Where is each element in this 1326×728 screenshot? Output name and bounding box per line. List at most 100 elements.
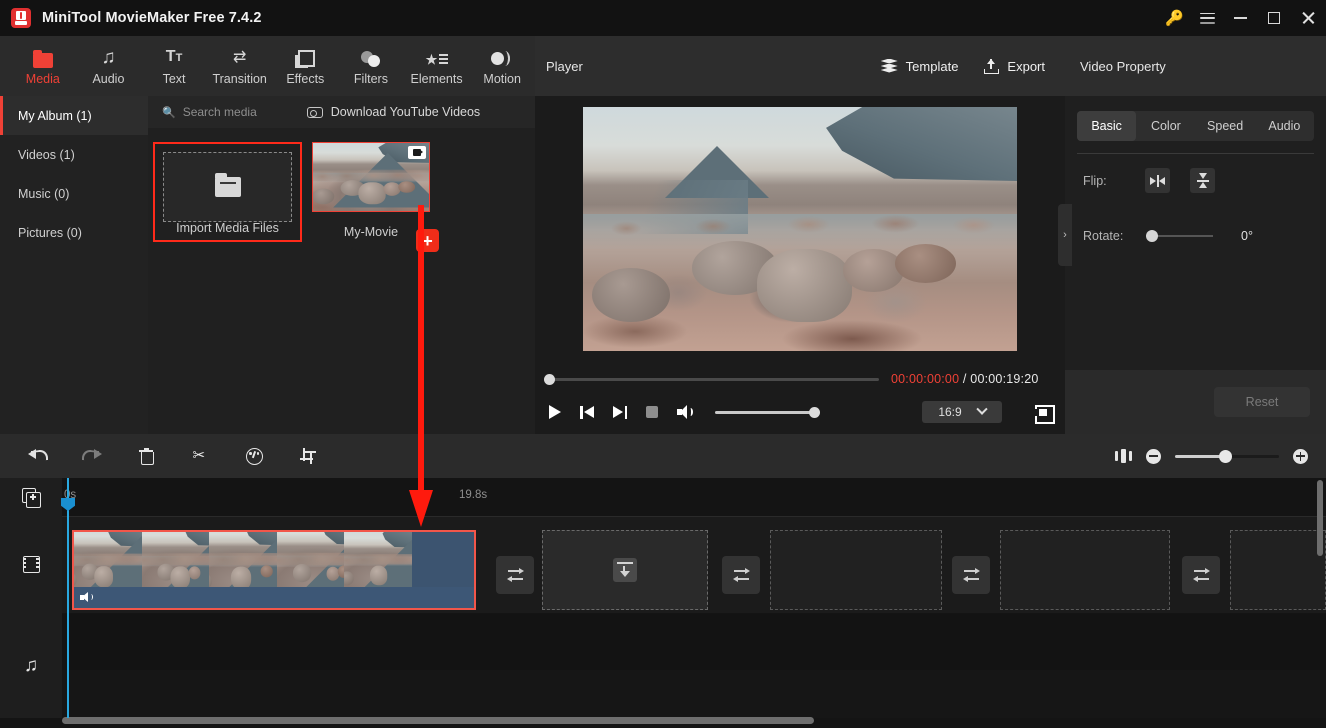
tab-audio[interactable]: ♫ Audio: [76, 37, 142, 95]
template-button[interactable]: Template: [880, 58, 958, 74]
close-icon[interactable]: [1290, 0, 1326, 36]
panel-collapse-toggle[interactable]: ›: [1058, 204, 1072, 266]
fit-to-screen-icon[interactable]: [1115, 449, 1132, 463]
speed-button[interactable]: [238, 440, 270, 472]
clip-thumbnail: [74, 532, 142, 589]
annotation-arrow: [409, 205, 433, 527]
redo-button[interactable]: [76, 440, 108, 472]
media-item-thumbnail[interactable]: [312, 142, 430, 212]
property-tabs: Basic Color Speed Audio: [1077, 111, 1314, 141]
zoom-out-icon[interactable]: [1146, 448, 1161, 464]
volume-icon[interactable]: [80, 592, 93, 603]
progress-slider[interactable]: [544, 373, 879, 385]
flip-horizontal-icon[interactable]: [1145, 168, 1170, 193]
vertical-scrollbar-thumb[interactable]: [1317, 480, 1323, 556]
chevron-right-icon: ›: [1063, 229, 1067, 241]
play-icon[interactable]: [549, 405, 561, 419]
timeline-clip[interactable]: [72, 530, 476, 610]
horizontal-scrollbar[interactable]: [62, 717, 1302, 724]
layers-icon: [880, 58, 898, 74]
volume-knob[interactable]: [809, 406, 820, 418]
tab-speed[interactable]: Speed: [1196, 111, 1255, 141]
zoom-in-icon[interactable]: [1293, 448, 1308, 464]
window-controls: 🔑: [1158, 0, 1326, 36]
tab-transition[interactable]: ⇄ Transition: [207, 37, 273, 95]
tab-media[interactable]: Media: [10, 37, 76, 95]
player-header-actions: Template Export: [880, 58, 1045, 74]
zoom-slider[interactable]: [1175, 449, 1279, 463]
maximize-icon[interactable]: [1257, 0, 1290, 36]
undo-button[interactable]: [22, 440, 54, 472]
tab-audio[interactable]: Audio: [1255, 111, 1314, 141]
add-media-track-header[interactable]: [0, 478, 62, 516]
transition-slot-button[interactable]: [722, 556, 760, 594]
aspect-ratio-select[interactable]: 16:9: [922, 401, 1002, 423]
video-track[interactable]: [62, 517, 1326, 613]
flip-vertical-icon[interactable]: [1190, 168, 1215, 193]
video-track-header[interactable]: [0, 516, 62, 613]
reset-button[interactable]: Reset: [1214, 387, 1310, 417]
split-button[interactable]: ✂: [184, 440, 216, 472]
minimize-icon[interactable]: [1224, 0, 1257, 36]
timeline-track-headers: ♫: [0, 478, 62, 718]
preview-image: [583, 107, 1017, 351]
rotate-slider[interactable]: [1146, 230, 1213, 242]
stop-icon[interactable]: [646, 406, 658, 418]
tab-text[interactable]: TT Text: [141, 37, 207, 95]
tab-color[interactable]: Color: [1136, 111, 1195, 141]
extra-track[interactable]: [62, 670, 1326, 718]
zoom-knob[interactable]: [1219, 449, 1232, 463]
clip-thumbnail: [141, 532, 209, 589]
flip-label: Flip:: [1083, 173, 1107, 188]
download-youtube-button[interactable]: Download YouTube Videos: [306, 105, 480, 119]
clip-placeholder-slot[interactable]: [1230, 530, 1326, 610]
timeline-toolbar: ✂: [0, 434, 1326, 478]
menu-icon[interactable]: [1191, 0, 1224, 36]
import-media-files-button[interactable]: Import Media Files: [153, 142, 302, 242]
clip-thumbnail: [276, 532, 344, 589]
clip-placeholder-slot[interactable]: [542, 530, 708, 610]
video-preview[interactable]: [583, 107, 1017, 351]
tab-effects[interactable]: Effects: [273, 37, 339, 95]
tab-elements[interactable]: ★ Elements: [404, 37, 470, 95]
tab-color-label: Color: [1150, 119, 1181, 133]
audio-track[interactable]: [62, 614, 1326, 670]
audio-track-header[interactable]: ♫: [0, 613, 62, 718]
fullscreen-icon[interactable]: [1034, 404, 1055, 424]
next-frame-icon[interactable]: [613, 405, 627, 419]
film-icon: [22, 556, 40, 573]
transition-icon: [732, 568, 750, 582]
volume-slider[interactable]: [715, 406, 820, 418]
tab-filters[interactable]: Filters: [338, 37, 404, 95]
tab-basic[interactable]: Basic: [1077, 111, 1137, 141]
key-icon[interactable]: 🔑: [1158, 0, 1191, 36]
crop-button[interactable]: [292, 440, 324, 472]
tab-motion[interactable]: Motion: [469, 37, 535, 95]
motion-icon: [491, 46, 513, 68]
volume-icon[interactable]: [677, 405, 693, 419]
previous-frame-icon[interactable]: [580, 405, 594, 419]
video-property-panel: Video Property Basic Color Speed Audio F…: [1065, 36, 1326, 434]
sidebar-item-my-album[interactable]: My Album (1): [0, 96, 148, 135]
sidebar-item-music[interactable]: Music (0): [0, 174, 148, 213]
transition-slot-button[interactable]: [952, 556, 990, 594]
progress-knob[interactable]: [544, 373, 555, 385]
sidebar-item-pictures[interactable]: Pictures (0): [0, 213, 148, 252]
tab-filters-label: Filters: [353, 72, 388, 86]
transition-icon: [1192, 568, 1210, 582]
delete-button[interactable]: [130, 440, 162, 472]
export-button[interactable]: Export: [984, 58, 1045, 74]
search-input[interactable]: 🔍 Search media: [162, 105, 257, 119]
timeline-ruler[interactable]: 0s 19.8s: [62, 478, 1326, 516]
transition-slot-button[interactable]: [496, 556, 534, 594]
transition-slot-button[interactable]: [1182, 556, 1220, 594]
clip-placeholder-slot[interactable]: [770, 530, 942, 610]
export-label: Export: [1007, 58, 1045, 74]
scissors-icon: ✂: [192, 447, 206, 464]
clip-placeholder-slot[interactable]: [1000, 530, 1170, 610]
sidebar-item-videos[interactable]: Videos (1): [0, 135, 148, 174]
playhead[interactable]: [61, 478, 75, 718]
horizontal-scrollbar-thumb[interactable]: [62, 717, 814, 724]
timeline-zoom-controls: [1115, 434, 1308, 478]
rotate-knob[interactable]: [1146, 230, 1158, 242]
